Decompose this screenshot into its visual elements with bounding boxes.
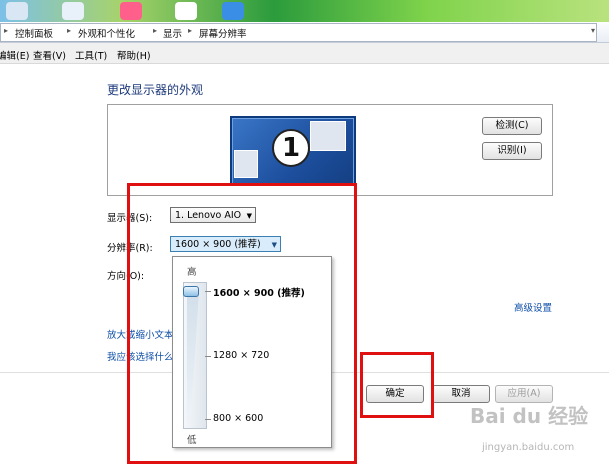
- breadcrumb-separator: ▸: [188, 26, 193, 35]
- desktop-icon: [175, 2, 197, 20]
- page-title: 更改显示器的外观: [107, 83, 204, 97]
- desktop-icon: [222, 2, 244, 20]
- breadcrumb-separator: ▸: [153, 26, 158, 35]
- menu-help[interactable]: 帮助(H): [117, 48, 151, 62]
- identify-button[interactable]: 识别(I): [482, 142, 542, 160]
- breadcrumb-separator: ▸: [4, 26, 9, 35]
- menu-view[interactable]: 查看(V): [33, 48, 66, 62]
- desktop-background: [0, 0, 609, 22]
- breadcrumb[interactable]: ▸ 控制面板 ▸ 外观和个性化 ▸ 显示 ▸ 屏幕分辨率 ▾: [0, 23, 597, 42]
- annotation-box: [360, 352, 434, 418]
- detect-button[interactable]: 检测(C): [482, 117, 542, 135]
- annotation-box: [127, 183, 357, 464]
- window-thumbnail-icon: [310, 121, 346, 151]
- chevron-down-icon[interactable]: ▾: [591, 26, 595, 35]
- desktop-icon: [62, 2, 84, 20]
- monitor-number: 1: [272, 129, 310, 167]
- watermark-url: jingyan.baidu.com: [482, 442, 575, 453]
- desktop-icon: [120, 2, 142, 20]
- breadcrumb-item[interactable]: 显示: [163, 26, 182, 40]
- breadcrumb-item[interactable]: 屏幕分辨率: [199, 26, 247, 40]
- breadcrumb-item[interactable]: 控制面板: [15, 26, 53, 40]
- menu-tools[interactable]: 工具(T): [75, 48, 107, 62]
- menu-bar: 编辑(E) 查看(V) 工具(T) 帮助(H): [0, 43, 609, 64]
- breadcrumb-item[interactable]: 外观和个性化: [78, 26, 135, 40]
- breadcrumb-separator: ▸: [67, 26, 72, 35]
- address-bar: ▸ 控制面板 ▸ 外观和个性化 ▸ 显示 ▸ 屏幕分辨率 ▾: [0, 22, 609, 43]
- desktop-icon: [6, 2, 28, 20]
- advanced-settings-link[interactable]: 高级设置: [514, 300, 552, 314]
- window-thumbnail-icon: [234, 150, 258, 178]
- menu-edit[interactable]: 编辑(E): [0, 48, 29, 62]
- watermark-logo: Bai du 经验: [470, 404, 589, 428]
